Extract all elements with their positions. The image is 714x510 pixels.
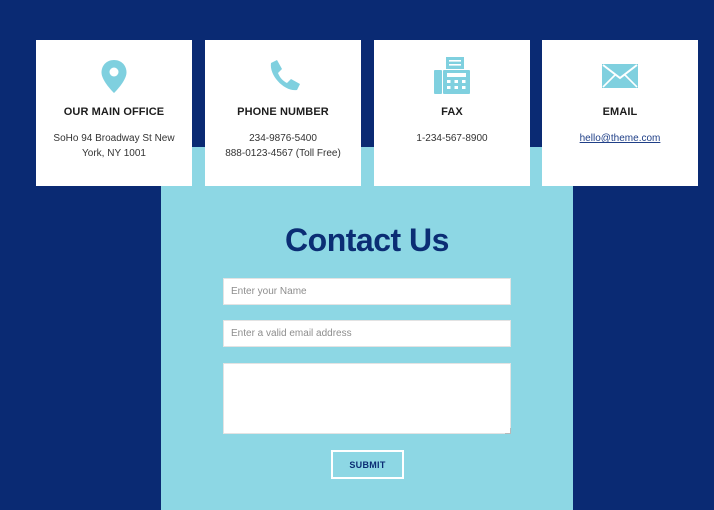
fax-card: FAX 1-234-567-8900 [374,40,530,186]
phone-number: 234-9876-5400 [249,133,317,144]
fax-number-value: 1-234-567-8900 [416,133,488,144]
map-pin-icon [94,56,134,96]
envelope-icon [600,56,640,96]
office-title: OUR MAIN OFFICE [63,106,165,118]
message-textarea[interactable] [223,363,511,434]
office-address-line: York, NY 1001 [82,148,146,159]
name-input[interactable] [223,278,511,305]
fax-icon [432,56,472,96]
contact-title: Contact Us [285,222,449,258]
fax-title: FAX [441,106,463,118]
email-card: EMAIL hello@theme.com [542,40,698,186]
office-card: OUR MAIN OFFICE SoHo 94 Broadway St New … [36,40,192,186]
submit-button[interactable]: SUBMIT [331,450,404,479]
office-address: SoHo 94 Broadway St New York, NY 1001 [50,131,178,161]
phone-number: 888-0123-4567 (Toll Free) [225,148,341,159]
phone-numbers: 234-9876-5400 888-0123-4567 (Toll Free) [219,131,347,161]
email-link[interactable]: hello@theme.com [556,131,684,146]
phone-title: PHONE NUMBER [237,106,329,118]
email-address: hello@theme.com [556,131,684,146]
email-input[interactable] [223,320,511,347]
office-address-line: SoHo 94 Broadway St New [53,133,175,144]
fax-number: 1-234-567-8900 [388,131,516,146]
phone-icon [263,56,303,96]
email-title: EMAIL [602,106,638,118]
phone-card: PHONE NUMBER 234-9876-5400 888-0123-4567… [205,40,361,186]
